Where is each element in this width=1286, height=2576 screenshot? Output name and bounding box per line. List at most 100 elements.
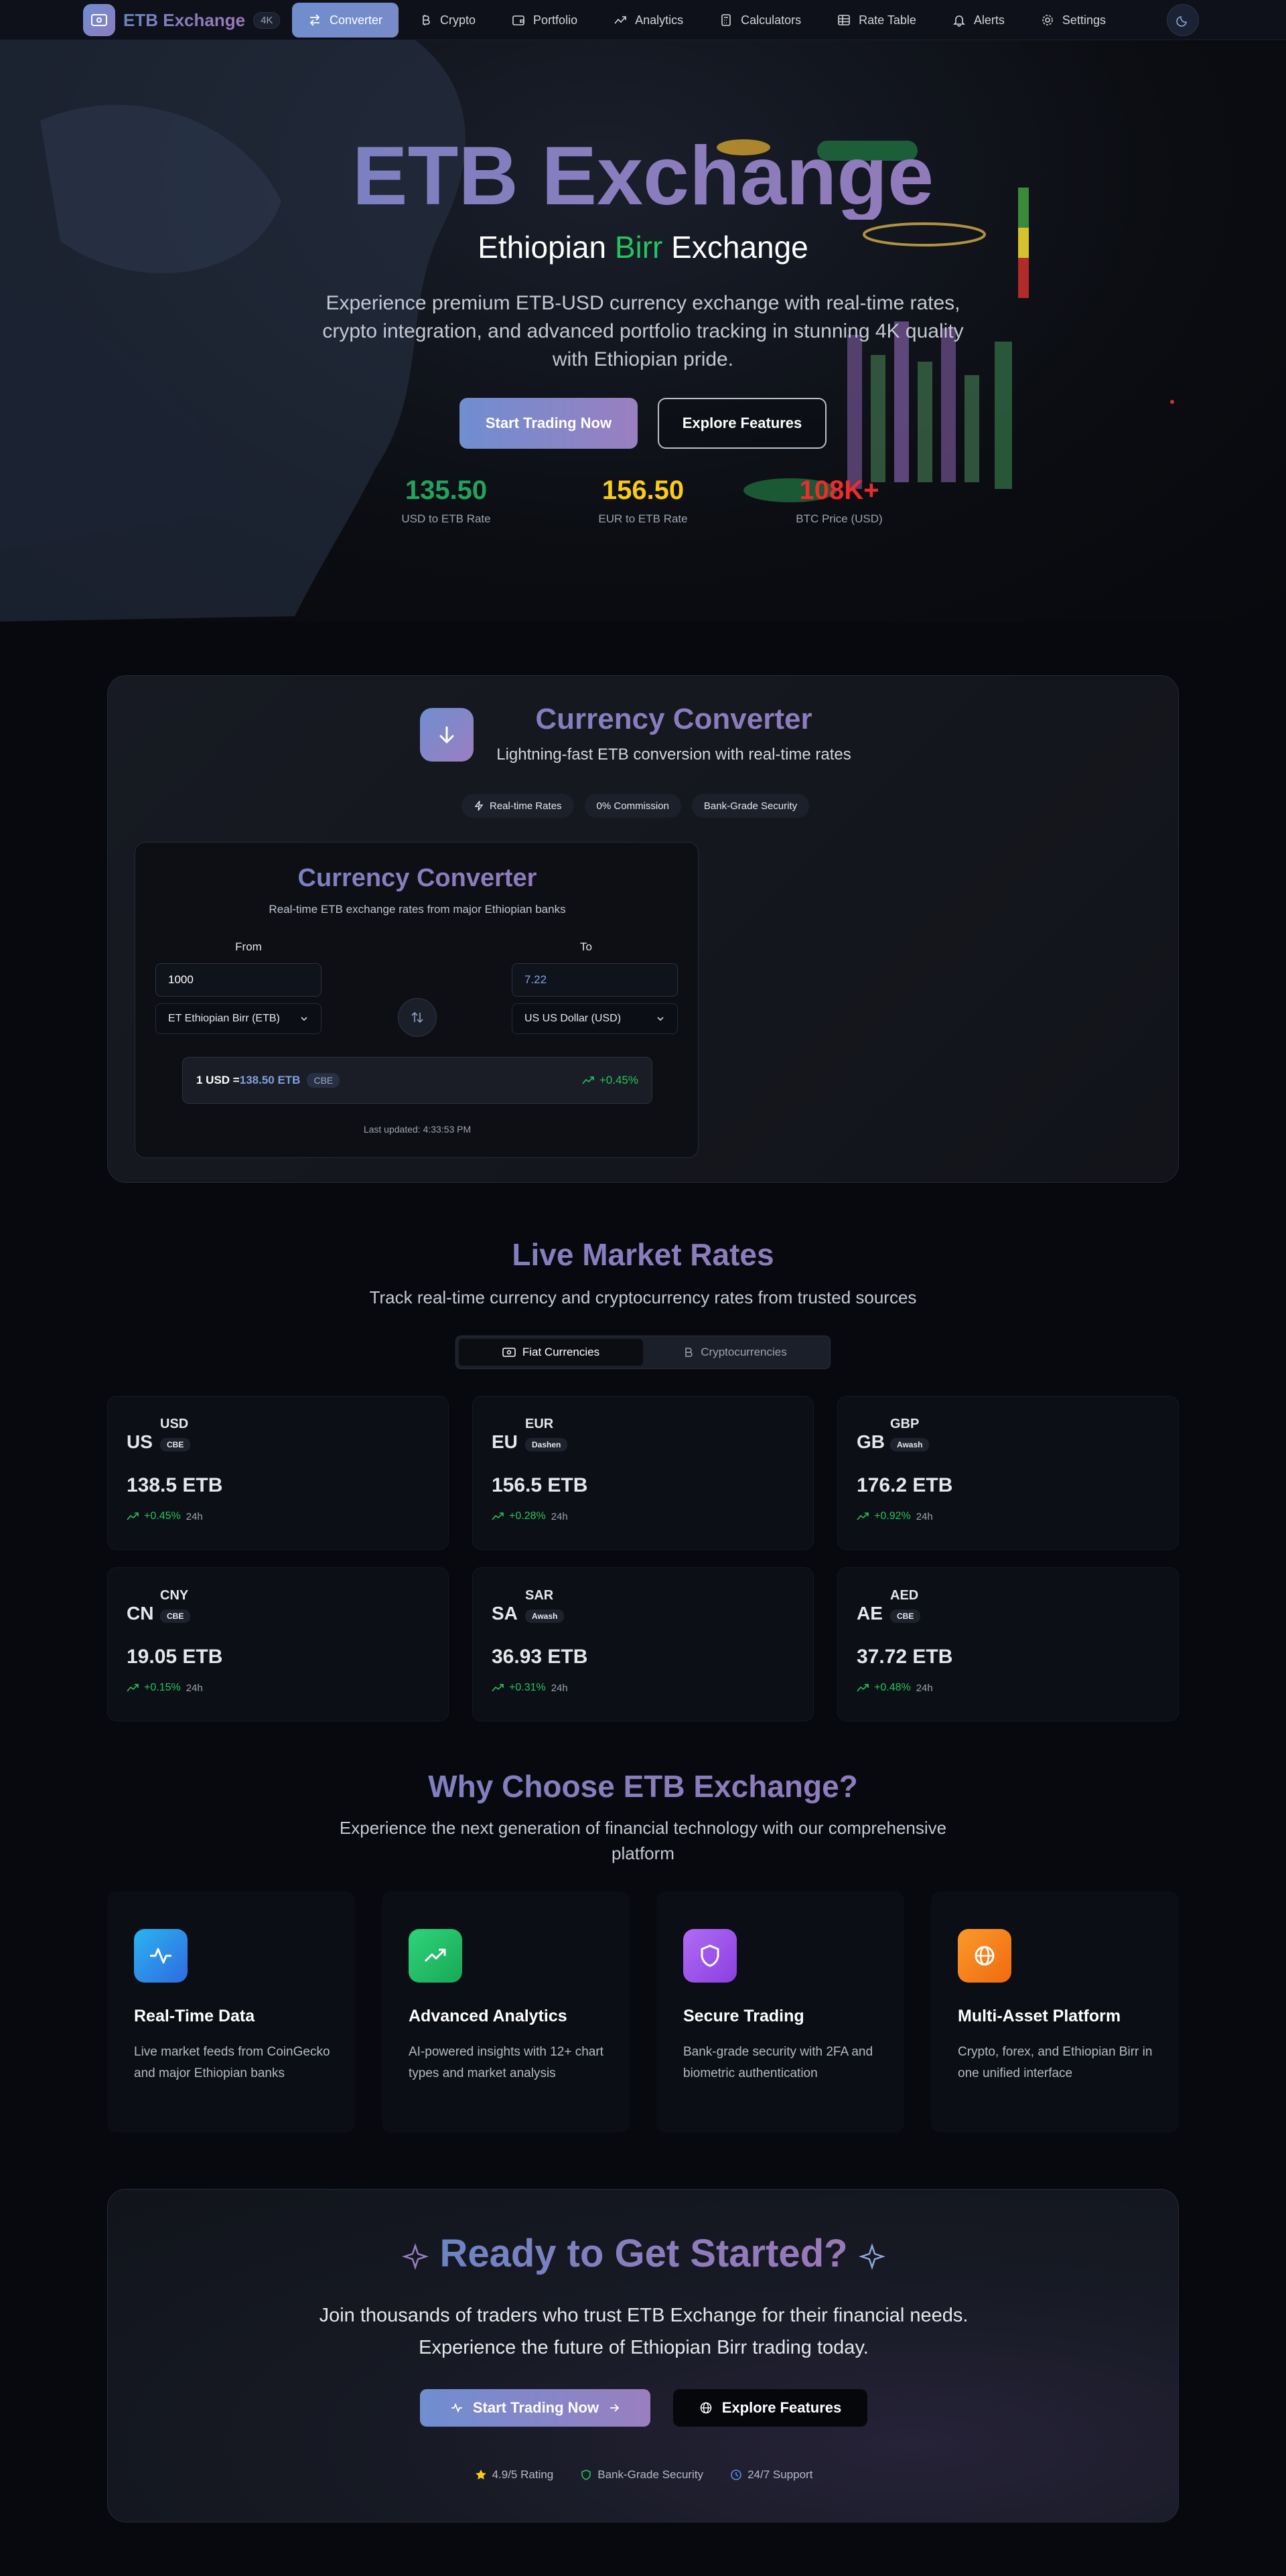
nav-item-label: Calculators [741, 13, 802, 27]
pill-realtime: Real-time Rates [461, 794, 574, 818]
change-period: 24h [916, 1682, 933, 1694]
change-value: +0.92% [874, 1510, 911, 1522]
from-currency-value: ET Ethiopian Birr (ETB) [168, 1013, 280, 1024]
brand[interactable]: ETB Exchange 4K [83, 4, 281, 36]
explore-features-button[interactable]: Explore Features [658, 398, 827, 449]
converter-card-title: Currency Converter [135, 864, 699, 893]
pulse-icon [134, 1929, 188, 1983]
table-icon [838, 15, 850, 25]
nav-item-converter[interactable]: Converter [292, 3, 399, 38]
rate-value: 138.5 ETB [127, 1474, 223, 1496]
nav-item-settings[interactable]: Settings [1025, 3, 1122, 38]
bank-badge: CBE [160, 1438, 191, 1451]
change-value: +0.48% [874, 1682, 911, 1693]
bitcoin-icon [685, 1348, 693, 1357]
sparkles-icon [858, 2242, 885, 2270]
trust-security: Bank-Grade Security [580, 2468, 703, 2482]
feature-title: Multi-Asset Platform [958, 2007, 1121, 2025]
stat-label: BTC Price (USD) [796, 512, 883, 525]
hero-subtitle-pre: Ethiopian [478, 230, 615, 265]
trending-up-icon [582, 1076, 594, 1084]
from-currency-select[interactable]: ET Ethiopian Birr (ETB) [155, 1003, 322, 1034]
nav-item-label: Rate Table [859, 13, 916, 27]
converter-card: Currency Converter Real-time ETB exchang… [135, 842, 699, 1158]
start-trading-button[interactable]: Start Trading Now [459, 398, 638, 449]
trending-up-icon [857, 1684, 869, 1692]
rate-change: +0.48% 24h [857, 1682, 933, 1694]
pill-label: Bank-Grade Security [703, 800, 798, 812]
hero-stat-usd: 135.50 USD to ETB Rate [346, 476, 547, 526]
rate-change-value: +0.45% [599, 1074, 638, 1086]
bitcoin-icon [423, 15, 430, 25]
pill-security: Bank-Grade Security [691, 794, 810, 818]
cta-start-trading-button[interactable]: Start Trading Now [420, 2389, 650, 2427]
swap-currencies-button[interactable] [398, 998, 437, 1037]
rate-card-sar[interactable]: SA SAR Awash 36.93 ETB +0.31% 24h [472, 1567, 814, 1721]
currency-code: EUR [525, 1417, 554, 1431]
rate-card-eur[interactable]: EU EUR Dashen 156.5 ETB +0.28% 24h [472, 1396, 814, 1550]
quality-badge: 4K [253, 11, 281, 29]
flag-label: SA [492, 1603, 518, 1624]
arrow-right-icon [610, 2404, 620, 2412]
tab-fiat[interactable]: Fiat Currencies [459, 1339, 643, 1366]
rate-change: +0.28% 24h [492, 1510, 568, 1522]
cta-explore-features-button[interactable]: Explore Features [673, 2389, 867, 2427]
market-subtitle: Track real-time currency and cryptocurre… [369, 1287, 917, 1307]
converter-section: Currency Converter Lightning-fast ETB co… [107, 675, 1179, 1183]
theme-toggle-button[interactable] [1167, 4, 1199, 36]
exchange-rate-box: 1 USD = 138.50 ETB CBE +0.45% [182, 1057, 652, 1104]
rate-bank-badge: CBE [307, 1073, 340, 1088]
rate-value: 37.72 ETB [857, 1646, 953, 1668]
nav-item-label: Settings [1062, 13, 1106, 27]
wallet-icon [512, 15, 524, 25]
tab-crypto[interactable]: Cryptocurrencies [643, 1339, 827, 1366]
trending-up-icon [127, 1512, 139, 1520]
nav-item-analytics[interactable]: Analytics [597, 3, 699, 38]
nav-item-rate-table[interactable]: Rate Table [821, 3, 932, 38]
nav-item-crypto[interactable]: Crypto [403, 3, 492, 38]
rate-change: +0.31% 24h [492, 1682, 568, 1694]
bank-badge: Awash [525, 1609, 565, 1623]
nav-item-portfolio[interactable]: Portfolio [496, 3, 593, 38]
feature-card-multiasset: Multi-Asset Platform Crypto, forex, and … [931, 1891, 1179, 2133]
pulse-icon [451, 2403, 462, 2413]
pill-label: Real-time Rates [490, 800, 562, 812]
to-currency-select[interactable]: US US Dollar (USD) [512, 1003, 678, 1034]
from-label: From [235, 940, 262, 953]
nav-menu: Converter Crypto Portfolio Analytics Cal… [292, 3, 1122, 38]
rate-card-gbp[interactable]: GB GBP Awash 176.2 ETB +0.92% 24h [837, 1396, 1179, 1550]
bank-badge: CBE [890, 1609, 921, 1623]
rate-card-cny[interactable]: CN CNY CBE 19.05 ETB +0.15% 24h [107, 1567, 449, 1721]
feature-title: Secure Trading [683, 2007, 804, 2025]
feature-description: AI-powered insights with 12+ chart types… [409, 2045, 603, 2080]
hero-stat-btc: 108K+ BTC Price (USD) [739, 476, 940, 526]
trust-label: 24/7 Support [747, 2468, 813, 2481]
trending-up-icon [857, 1512, 869, 1520]
to-amount-output[interactable]: 7.22 [512, 963, 678, 997]
hero-subtitle: Ethiopian Birr Exchange [0, 229, 1286, 265]
nav-item-alerts[interactable]: Alerts [936, 3, 1021, 38]
trending-icon [614, 16, 626, 24]
rate-value: 138.50 ETB [239, 1074, 301, 1086]
nav-item-calculators[interactable]: Calculators [703, 3, 817, 38]
stat-value: 135.50 [405, 476, 488, 505]
change-value: +0.45% [144, 1510, 181, 1522]
feature-card-realtime: Real-Time Data Live market feeds from Co… [107, 1891, 355, 2133]
top-nav: ETB Exchange 4K Converter Crypto Portfol… [0, 0, 1286, 40]
from-amount-input[interactable]: 1000 [155, 963, 322, 997]
hero-title: ETB Exchange [0, 133, 1286, 220]
to-currency-value: US US Dollar (USD) [524, 1013, 622, 1024]
globe-icon [700, 2402, 712, 2414]
currency-code: USD [160, 1417, 189, 1431]
stat-value: 108K+ [799, 476, 879, 505]
rate-card-usd[interactable]: US USD CBE 138.5 ETB +0.45% 24h [107, 1396, 449, 1550]
cta-secondary-label: Explore Features [721, 2399, 842, 2416]
chevron-down-icon [657, 1017, 664, 1021]
swap-vertical-icon [411, 1011, 423, 1023]
rate-card-aed[interactable]: AE AED CBE 37.72 ETB +0.48% 24h [837, 1567, 1179, 1721]
rate-value: 19.05 ETB [127, 1646, 223, 1668]
trending-up-icon [492, 1512, 504, 1520]
feature-card-secure: Secure Trading Bank-grade security with … [656, 1891, 904, 2133]
rate-change: +0.45% [582, 1074, 638, 1087]
rate-prefix: 1 USD = [196, 1074, 240, 1086]
